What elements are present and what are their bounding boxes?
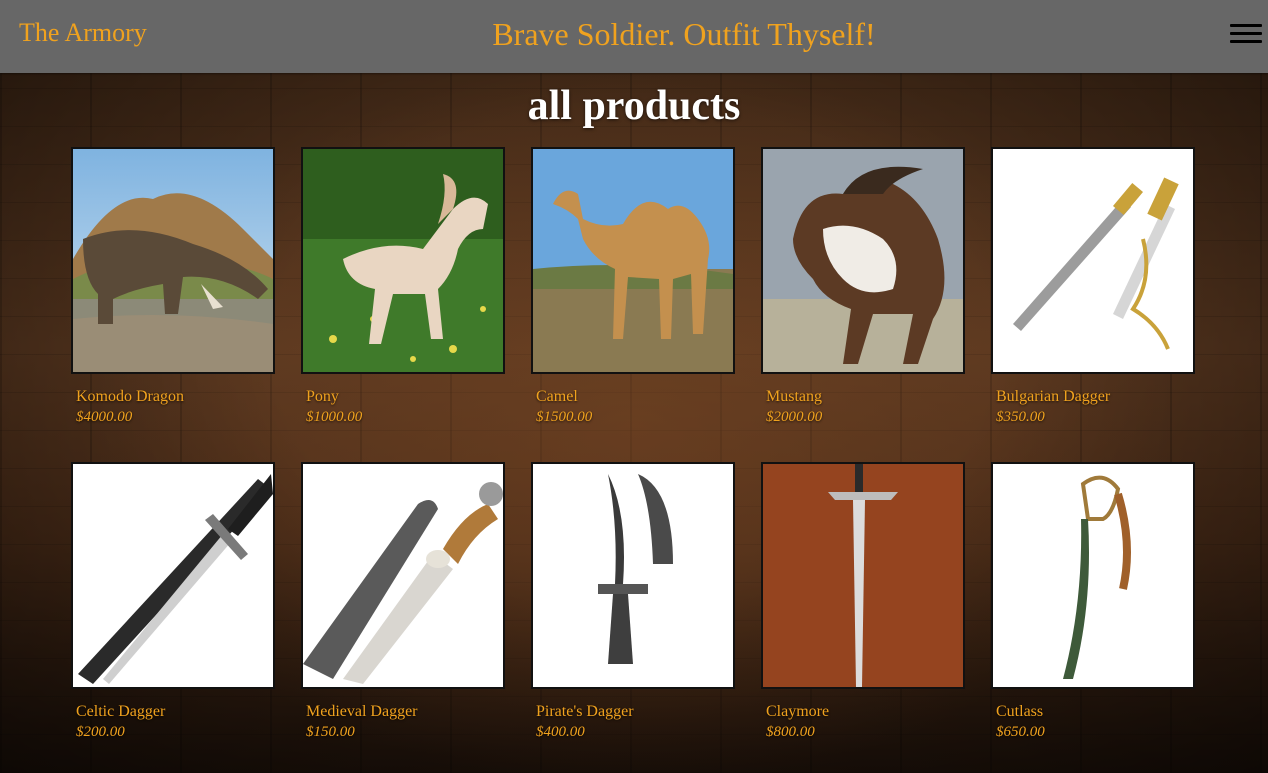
tagline: Brave Soldier. Outfit Thyself! (492, 16, 876, 52)
product-price: $400.00 (536, 724, 585, 740)
product-grid: Komodo Dragon $4000.00 Pony $1000.00 Cam… (71, 147, 1195, 747)
product-card[interactable]: Mustang $2000.00 (761, 147, 965, 432)
product-price: $2000.00 (766, 409, 823, 425)
product-price: $4000.00 (76, 409, 133, 425)
product-price: $800.00 (766, 724, 815, 740)
product-card[interactable]: Bulgarian Dagger $350.00 (991, 147, 1195, 432)
product-card[interactable]: Cutlass $650.00 (991, 462, 1195, 747)
pony-photo[interactable] (301, 147, 505, 374)
product-name[interactable]: Camel (536, 388, 735, 406)
camel-photo[interactable] (531, 147, 735, 374)
claymore-photo[interactable] (761, 462, 965, 689)
product-name[interactable]: Pirate's Dagger (536, 703, 735, 721)
product-card[interactable]: Camel $1500.00 (531, 147, 735, 432)
top-navbar: The Armory Brave Soldier. Outfit Thyself… (0, 0, 1268, 73)
hamburger-menu-icon[interactable] (1230, 24, 1262, 46)
product-card[interactable]: Medieval Dagger $150.00 (301, 462, 505, 747)
product-name[interactable]: Celtic Dagger (76, 703, 275, 721)
bulgarian-dagger-photo[interactable] (991, 147, 1195, 374)
product-name[interactable]: Komodo Dragon (76, 388, 275, 406)
medieval-dagger-photo[interactable] (301, 462, 505, 689)
pirates-dagger-photo[interactable] (531, 462, 735, 689)
product-card[interactable]: Claymore $800.00 (761, 462, 965, 747)
product-card[interactable]: Celtic Dagger $200.00 (71, 462, 275, 747)
product-name[interactable]: Medieval Dagger (306, 703, 505, 721)
mustang-photo[interactable] (761, 147, 965, 374)
product-card[interactable]: Pony $1000.00 (301, 147, 505, 432)
product-name[interactable]: Claymore (766, 703, 965, 721)
celtic-dagger-photo[interactable] (71, 462, 275, 689)
product-price: $150.00 (306, 724, 355, 740)
product-card[interactable]: Pirate's Dagger $400.00 (531, 462, 735, 747)
product-price: $200.00 (76, 724, 125, 740)
product-name[interactable]: Mustang (766, 388, 965, 406)
page-title: all products (527, 83, 741, 129)
product-name[interactable]: Cutlass (996, 703, 1195, 721)
cutlass-photo[interactable] (991, 462, 1195, 689)
product-price: $1000.00 (306, 409, 363, 425)
product-card[interactable]: Komodo Dragon $4000.00 (71, 147, 275, 432)
komodo-dragon-photo[interactable] (71, 147, 275, 374)
product-price: $650.00 (996, 724, 1045, 740)
product-price: $1500.00 (536, 409, 593, 425)
product-price: $350.00 (996, 409, 1045, 425)
product-name[interactable]: Bulgarian Dagger (996, 388, 1195, 406)
product-name[interactable]: Pony (306, 388, 505, 406)
